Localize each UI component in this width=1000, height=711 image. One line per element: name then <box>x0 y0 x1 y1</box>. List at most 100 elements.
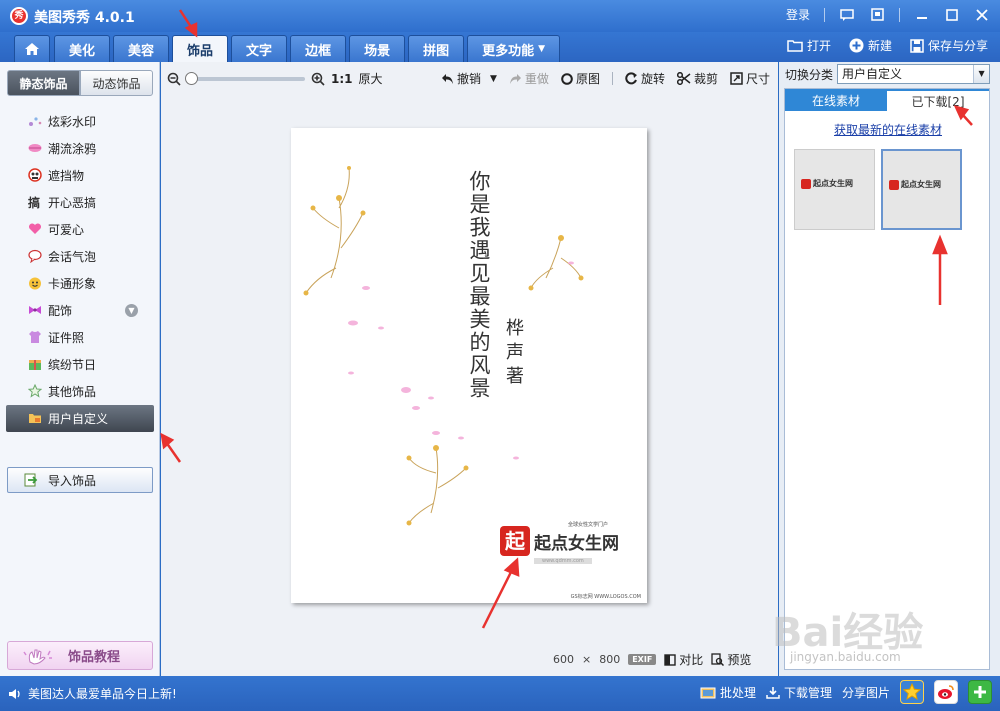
rotate-label: 旋转 <box>640 72 665 86</box>
divider <box>824 7 825 22</box>
category-item[interactable]: 卡通形象 <box>0 270 160 297</box>
minimize-icon[interactable] <box>914 7 930 23</box>
tab-downloaded-materials[interactable]: 已下载[2] <box>887 91 989 111</box>
category-label: 配饰 <box>48 304 73 318</box>
redo-label: 重做 <box>524 72 549 86</box>
tab-static-accessories[interactable]: 静态饰品 <box>7 70 80 96</box>
zoom-out-icon[interactable] <box>167 72 181 86</box>
login-link[interactable]: 登录 <box>786 6 810 23</box>
batch-icon <box>700 687 716 698</box>
category-item-user-defined[interactable]: 用户自定义 <box>6 405 154 432</box>
category-item[interactable]: 搞 开心恶搞 <box>0 189 160 216</box>
fetch-latest-materials-link[interactable]: 获取最新的在线素材 <box>785 121 991 138</box>
tab-scene[interactable]: 场景 <box>349 35 406 62</box>
home-tab[interactable] <box>14 35 50 62</box>
skin-icon[interactable] <box>869 7 885 23</box>
import-accessory-button[interactable]: 导入饰品 <box>7 467 153 493</box>
category-label: 遮挡物 <box>48 169 85 183</box>
category-item[interactable]: 证件照 <box>0 324 160 351</box>
qidian-logo-name: 起点女生网 <box>534 533 619 554</box>
thumbnail-label: 起点女生网 <box>901 180 941 189</box>
tab-bar: 美化 美容 饰品 文字 边框 场景 拼图 更多功能 ▼ 打开 新建 保存与分享 <box>0 32 1000 63</box>
zoom-ratio-button[interactable]: 1:1 <box>331 72 353 86</box>
qidian-logo-sticker[interactable]: 起 起点女生网 全球女性文学门户 www.qdmm.com <box>500 522 619 564</box>
edited-image[interactable]: 你是我遇见最美的风景 桦声著 起 起点女生网 全球女性文学门户 www.qdmm… <box>291 128 647 603</box>
category-item[interactable]: 其他饰品 <box>0 378 160 405</box>
download-manager-button[interactable]: 下载管理 <box>766 684 832 701</box>
tab-more[interactable]: 更多功能 ▼ <box>467 35 561 62</box>
undo-button[interactable]: 撤销 ▼ <box>441 70 497 87</box>
zoom-in-icon[interactable] <box>311 72 325 86</box>
category-item[interactable]: 会话气泡 <box>0 243 160 270</box>
tab-online-materials[interactable]: 在线素材 <box>785 89 887 111</box>
save-share-button[interactable]: 保存与分享 <box>910 37 988 54</box>
feedback-icon[interactable] <box>839 7 855 23</box>
undo-dropdown-icon[interactable]: ▼ <box>490 74 497 84</box>
exif-button[interactable]: EXIF <box>628 654 657 665</box>
material-thumbnail-selected[interactable]: 起点女生网 <box>881 149 962 230</box>
open-button[interactable]: 打开 <box>787 37 831 54</box>
thumbnail-logo-mark <box>889 179 899 190</box>
category-item[interactable]: 潮流涂鸦 <box>0 135 160 162</box>
caret-down-icon: ▼ <box>538 44 546 54</box>
accessory-tutorial-button[interactable]: 饰品教程 <box>7 641 153 670</box>
category-item[interactable]: 炫彩水印 <box>0 108 160 135</box>
category-select[interactable]: 用户自定义 ▼ <box>837 64 991 84</box>
qidian-logo-subtitle: 全球女性文学门户 <box>568 521 609 528</box>
custom-folder-icon <box>29 414 41 423</box>
bow-icon <box>29 306 41 314</box>
rotate-icon <box>625 72 637 85</box>
gift-icon <box>29 360 41 370</box>
crop-button[interactable]: 裁剪 <box>676 70 718 87</box>
thumbnail-content: 起点女生网 <box>801 178 853 189</box>
category-item[interactable]: 缤纷节日 <box>0 351 160 378</box>
resize-button[interactable]: 尺寸 <box>730 70 770 87</box>
compare-button[interactable]: 对比 <box>664 651 703 668</box>
add-icon[interactable] <box>968 680 992 704</box>
folder-icon <box>787 40 803 52</box>
edit-toolbar: 1:1 原大 撤销 ▼ 重做 原图 旋转 裁剪 尺寸 <box>161 68 778 90</box>
tab-frame[interactable]: 边框 <box>290 35 347 62</box>
category-label: 证件照 <box>48 331 85 345</box>
tab-text[interactable]: 文字 <box>231 35 288 62</box>
chevron-down-icon[interactable]: ▼ <box>973 65 990 83</box>
category-label: 可爱心 <box>48 223 85 237</box>
close-icon[interactable] <box>974 7 990 23</box>
tab-animated-accessories[interactable]: 动态饰品 <box>80 70 153 96</box>
star-icon[interactable] <box>900 680 924 704</box>
batch-process-button[interactable]: 批处理 <box>700 684 756 701</box>
shirt-icon <box>29 331 41 343</box>
qidian-logo-mark: 起 <box>500 526 530 556</box>
tab-face[interactable]: 美容 <box>113 35 170 62</box>
maximize-icon[interactable] <box>944 7 960 23</box>
original-image-button[interactable]: 原图 <box>561 70 600 87</box>
new-button[interactable]: 新建 <box>849 37 892 54</box>
zoom-control: 1:1 原大 <box>167 70 383 87</box>
new-label: 新建 <box>867 39 892 53</box>
weibo-icon[interactable] <box>934 680 958 704</box>
zoom-slider[interactable] <box>185 71 305 85</box>
app-logo: 秀 <box>10 7 28 25</box>
tab-beautify[interactable]: 美化 <box>54 35 111 62</box>
category-item[interactable]: 可爱心 <box>0 216 160 243</box>
status-message-text: 美图达人最爱单品今日上新! <box>28 687 177 701</box>
status-bar: 美图达人最爱单品今日上新! 批处理 下载管理 分享图片 <box>0 676 1000 711</box>
tab-accessories[interactable]: 饰品 <box>172 35 229 63</box>
image-width: 600 <box>553 653 574 666</box>
status-message[interactable]: 美图达人最爱单品今日上新! <box>8 685 177 702</box>
rotate-button[interactable]: 旋转 <box>625 70 665 87</box>
poem-text: 你是我遇见最美的风景 <box>467 170 491 400</box>
category-item[interactable]: 遮挡物 <box>0 162 160 189</box>
zoom-slider-handle[interactable] <box>185 71 198 85</box>
category-label: 卡通形象 <box>48 277 97 291</box>
material-tabs: 在线素材 已下载[2] <box>785 89 989 111</box>
preview-button[interactable]: 预览 <box>711 651 751 668</box>
image-size-times: × <box>582 653 592 666</box>
expand-icon[interactable]: ▼ <box>125 304 138 317</box>
redo-button[interactable]: 重做 <box>509 70 549 87</box>
tab-collage[interactable]: 拼图 <box>408 35 465 62</box>
category-item[interactable]: 配饰 ▼ <box>0 297 160 324</box>
material-thumbnail[interactable]: 起点女生网 <box>794 149 875 230</box>
share-image-button[interactable]: 分享图片 <box>842 684 890 701</box>
original-size-button[interactable]: 原大 <box>359 70 383 87</box>
